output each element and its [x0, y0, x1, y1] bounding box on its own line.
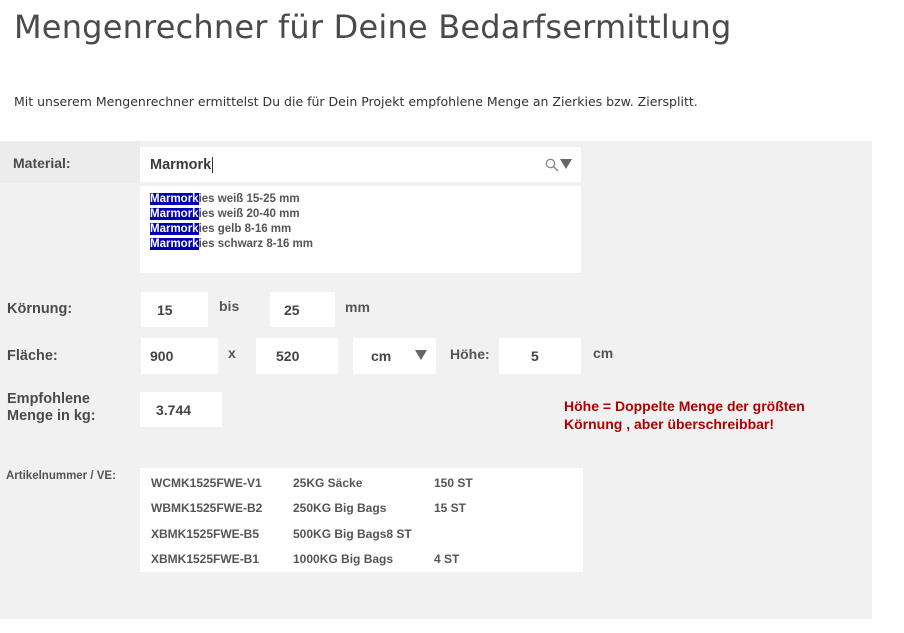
material-combobox[interactable]: Marmork — [140, 147, 581, 182]
koernung-label: Körnung: — [7, 301, 73, 317]
hoehe-note: Höhe = Doppelte Menge der größten Körnun… — [564, 397, 854, 433]
article-qty: 15 ST — [434, 501, 467, 516]
article-number: XBMK1525FWE-B5 — [151, 526, 260, 541]
flaeche-label: Fläche: — [7, 348, 58, 364]
empfohlen-label: Empfohlene Menge in kg: — [7, 391, 96, 425]
empfohlen-value[interactable]: 3.744 — [156, 402, 191, 418]
triangle-down-icon[interactable] — [560, 158, 572, 170]
koernung-to-input[interactable]: 25 — [270, 292, 335, 327]
empfohlen-label-line2: Menge in kg: — [7, 408, 96, 424]
suggestion-match: Marmork — [150, 223, 199, 235]
suggestion-match: Marmork — [150, 238, 199, 250]
empfohlen-label-line1: Empfohlene — [7, 391, 90, 407]
article-number: WBMK1525FWE-B2 — [151, 501, 263, 516]
hoehe-note-line2: Körnung , aber überschreibbar! — [564, 416, 775, 432]
unit-select[interactable]: cm — [353, 338, 436, 374]
articles-table: WCMK1525FWE-V1 25KG Säcke 150 ST WBMK152… — [140, 468, 583, 572]
koernung-from-input[interactable]: 15 — [141, 292, 208, 327]
page-title: Mengenrechner für Deine Bedarfsermittlun… — [14, 8, 732, 46]
unit-select-value[interactable]: cm — [371, 348, 391, 364]
article-qty: 150 ST — [434, 475, 473, 490]
suggestion-item[interactable]: Marmorkies weiß 15-25 mm — [150, 192, 581, 207]
suggestion-item[interactable]: Marmorkies gelb 8-16 mm — [150, 222, 581, 237]
articles-label: Artikelnummer / VE: — [6, 470, 116, 482]
hoehe-unit: cm — [593, 345, 614, 361]
suggestion-match: Marmork — [150, 193, 199, 205]
hoehe-note-line1: Höhe = Doppelte Menge der größten — [564, 398, 805, 414]
flaeche-length-value[interactable]: 520 — [276, 348, 299, 364]
table-row: XBMK1525FWE-B1 1000KG Big Bags 4 ST — [140, 547, 583, 573]
article-number: XBMK1525FWE-B1 — [151, 552, 260, 567]
koernung-separator: bis — [219, 298, 240, 314]
koernung-from-value[interactable]: 15 — [157, 302, 173, 318]
article-pack: 500KG Big Bags — [293, 526, 387, 541]
flaeche-width-input[interactable]: 900 — [141, 338, 218, 374]
article-qty: 8 ST — [386, 526, 412, 541]
material-label: Material: — [13, 155, 71, 171]
article-number: WCMK1525FWE-V1 — [151, 475, 262, 490]
flaeche-width-value[interactable]: 900 — [150, 348, 173, 364]
suggestion-match: Marmork — [150, 208, 199, 220]
suggestion-item[interactable]: Marmorkies schwarz 8-16 mm — [150, 237, 581, 252]
hoehe-value[interactable]: 5 — [531, 348, 539, 364]
flaeche-separator: x — [228, 345, 236, 361]
table-row: WBMK1525FWE-B2 250KG Big Bags 15 ST — [140, 496, 583, 522]
triangle-down-icon[interactable] — [415, 350, 427, 361]
koernung-unit: mm — [345, 299, 370, 315]
empfohlen-value-field[interactable]: 3.744 — [140, 392, 222, 427]
text-caret — [212, 156, 214, 173]
hoehe-label: Höhe: — [450, 346, 490, 362]
suggestion-item[interactable]: Marmorkies weiß 20-40 mm — [150, 207, 581, 222]
koernung-to-value[interactable]: 25 — [284, 302, 300, 318]
article-pack: 25KG Säcke — [293, 475, 363, 490]
table-row: XBMK1525FWE-B5 500KG Big Bags 8 ST — [140, 521, 583, 547]
suggestion-rest: ies weiß 15-25 mm — [198, 193, 300, 205]
article-qty: 4 ST — [434, 552, 460, 567]
flaeche-length-input[interactable]: 520 — [256, 338, 338, 374]
intro-text: Mit unserem Mengenrechner ermittelst Du … — [14, 94, 698, 109]
article-pack: 1000KG Big Bags — [293, 552, 394, 567]
suggestion-rest: ies weiß 20-40 mm — [198, 208, 300, 220]
search-icon[interactable] — [545, 158, 559, 172]
material-input-value[interactable]: Marmork — [150, 157, 211, 173]
suggestion-rest: ies schwarz 8-16 mm — [198, 238, 313, 250]
article-pack: 250KG Big Bags — [293, 501, 387, 516]
table-row: WCMK1525FWE-V1 25KG Säcke 150 ST — [140, 470, 583, 496]
hoehe-input[interactable]: 5 — [499, 338, 581, 374]
suggestion-rest: ies gelb 8-16 mm — [198, 223, 292, 235]
material-suggestions: Marmorkies weiß 15-25 mm Marmorkies weiß… — [140, 186, 581, 273]
